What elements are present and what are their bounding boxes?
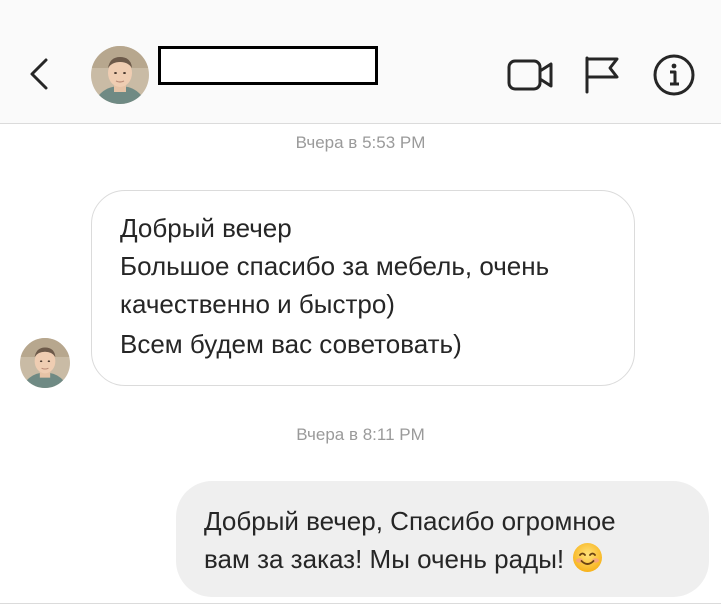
contact-name[interactable]: [158, 46, 378, 85]
video-call-button[interactable]: [506, 56, 554, 94]
message-line: Добрый вечер, Спасибо огромное: [204, 506, 616, 536]
report-button[interactable]: [582, 54, 622, 96]
chat-header: [0, 0, 721, 124]
avatar-photo: [91, 46, 149, 104]
message-line: Всем будем вас советовать): [120, 329, 462, 359]
avatar-photo: [20, 338, 70, 388]
composer-divider: [0, 603, 721, 604]
sender-avatar[interactable]: [20, 338, 70, 388]
smiling-face-icon: [572, 542, 603, 573]
message-line: Большое спасибо за мебель, очень: [120, 251, 550, 281]
direct-message-screen: Вчера в 5:53 PM Добрый вечер Большое спа…: [0, 0, 721, 607]
flag-icon: [585, 56, 619, 94]
message-line: Добрый вечер: [120, 213, 292, 243]
contact-avatar[interactable]: [91, 46, 149, 104]
info-icon: [653, 54, 695, 96]
chevron-left-icon: [30, 58, 48, 90]
message-text: вам за заказ! Мы очень рады!: [204, 544, 565, 574]
message-timestamp: Вчера в 8:11 PM: [296, 425, 425, 444]
incoming-message-bubble[interactable]: Добрый вечер Большое спасибо за мебель, …: [91, 190, 635, 386]
outgoing-message-bubble[interactable]: Добрый вечер, Спасибо огромное вам за за…: [176, 481, 709, 597]
info-button[interactable]: [652, 53, 696, 97]
message-line-with-emoji: вам за заказ! Мы очень рады!: [204, 540, 685, 578]
video-camera-icon: [507, 59, 553, 91]
message-timestamp: Вчера в 5:53 PM: [295, 133, 426, 152]
message-line: качественно и быстро): [120, 289, 395, 319]
back-button[interactable]: [24, 52, 58, 96]
